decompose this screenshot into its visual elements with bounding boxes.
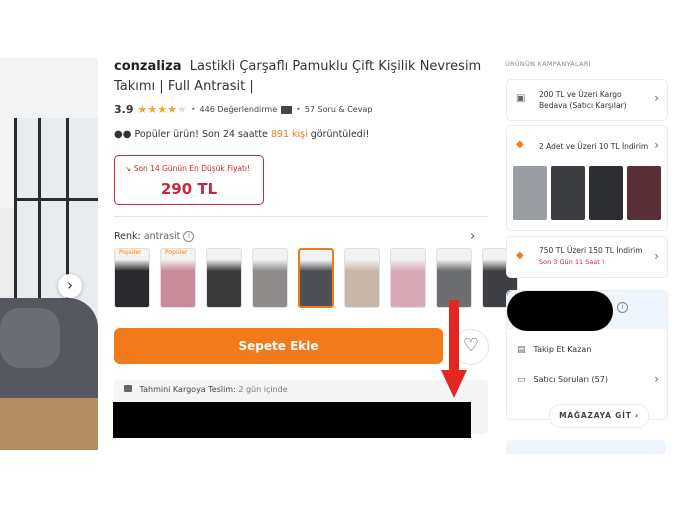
thumbnail[interactable] <box>551 166 585 220</box>
chevron-right-icon: › <box>654 372 659 386</box>
truck-icon <box>124 385 132 392</box>
campaign-card[interactable]: ◆ 2 Adet ve Üzeri 10 TL İndirim › <box>506 125 668 231</box>
redacted-block <box>113 402 471 438</box>
popular-notice: ●● Popüler ürün! Son 24 saatte 891 kişi … <box>114 129 370 140</box>
chevron-right-icon: › <box>67 276 73 294</box>
camera-icon <box>281 105 293 114</box>
color-value: antrasit <box>143 231 181 242</box>
gift-icon: ▤ <box>517 345 526 355</box>
tag-icon: ◆ <box>516 139 524 150</box>
swatch[interactable] <box>252 248 288 308</box>
seller-card: i ▤ Takip Et Kazan ▭ Satıcı Soruları (57) … <box>506 290 668 428</box>
campaign-card[interactable]: ◆ 750 TL Üzeri 150 TL İndirim Son 3 Gün … <box>506 236 668 278</box>
chevron-right-icon: › <box>654 138 659 152</box>
next-image-button[interactable]: › <box>58 274 82 298</box>
thumbnail[interactable] <box>627 166 661 220</box>
seller-questions-row[interactable]: ▭ Satıcı Soruları (57) <box>517 375 662 385</box>
popular-count: 891 kişi <box>270 129 308 140</box>
price: 290 TL <box>160 180 218 198</box>
swatch[interactable]: Popüler <box>160 248 196 308</box>
swatch[interactable] <box>344 248 380 308</box>
chevron-right-icon: › <box>654 249 659 263</box>
campaign-thumbnails <box>513 166 661 220</box>
add-to-cart-button[interactable]: Sepete Ekle <box>114 328 443 364</box>
campaign-card[interactable]: ▣ 200 TL ve Üzeri Kargo Bedava (Satıcı K… <box>506 79 668 121</box>
divider <box>114 216 488 217</box>
swatch[interactable] <box>390 248 426 308</box>
info-icon[interactable]: i <box>617 302 628 313</box>
info-icon[interactable]: i <box>183 231 195 242</box>
thumbnail[interactable] <box>589 166 623 220</box>
redacted-seller-name <box>507 291 613 331</box>
swatch[interactable]: Popüler <box>114 248 150 308</box>
star-rating-icon: ★★★★★ <box>137 103 187 116</box>
follow-row[interactable]: ▤ Takip Et Kazan <box>517 345 591 355</box>
annotation-arrow <box>449 300 459 372</box>
swatch[interactable] <box>206 248 242 308</box>
thumbnail[interactable] <box>513 166 547 220</box>
box-icon: ▣ <box>516 93 526 104</box>
color-swatches: Popüler Popüler <box>114 248 518 308</box>
questions-link[interactable]: 57 Soru & Cevap <box>305 105 373 114</box>
color-label-row: Renk: antrasit i <box>114 231 195 242</box>
shipping-time: 2 gün içinde <box>238 385 288 394</box>
swatch[interactable] <box>436 248 472 308</box>
swatch-selected[interactable] <box>298 248 334 308</box>
chat-icon: ▭ <box>517 375 526 385</box>
brand-name[interactable]: conzaliza <box>114 59 181 74</box>
tag-icon: ◆ <box>516 250 524 261</box>
sidebar-next-card <box>506 440 666 454</box>
product-title: conzaliza Lastikli Çarşaflı Pamuklu Çift… <box>114 57 494 97</box>
color-chevron-icon[interactable]: › <box>470 229 475 244</box>
annotation-arrow-head <box>441 370 467 398</box>
trend-down-icon: ↘ <box>125 164 132 173</box>
price-box: ↘ Son 14 Günün En Düşük Fiyatı! 290 TL <box>114 155 264 205</box>
rating-row: 3.9 ★★★★★ • 446 Değerlendirme • 57 Soru … <box>114 103 373 116</box>
heart-icon: ♡ <box>462 335 480 356</box>
go-to-store-button[interactable]: MAĞAZAYA GİT › <box>549 404 649 428</box>
eyes-icon: ●● <box>114 129 132 140</box>
chevron-right-icon: › <box>654 91 659 105</box>
reviews-link[interactable]: 446 Değerlendirme <box>200 105 278 114</box>
campaigns-title: ÜRÜNÜN KAMPANYALARI <box>505 60 591 68</box>
product-image[interactable]: › <box>0 58 98 450</box>
rating-score: 3.9 <box>114 103 134 116</box>
lowest-price-label: ↘ Son 14 Günün En Düşük Fiyatı! <box>125 164 251 173</box>
